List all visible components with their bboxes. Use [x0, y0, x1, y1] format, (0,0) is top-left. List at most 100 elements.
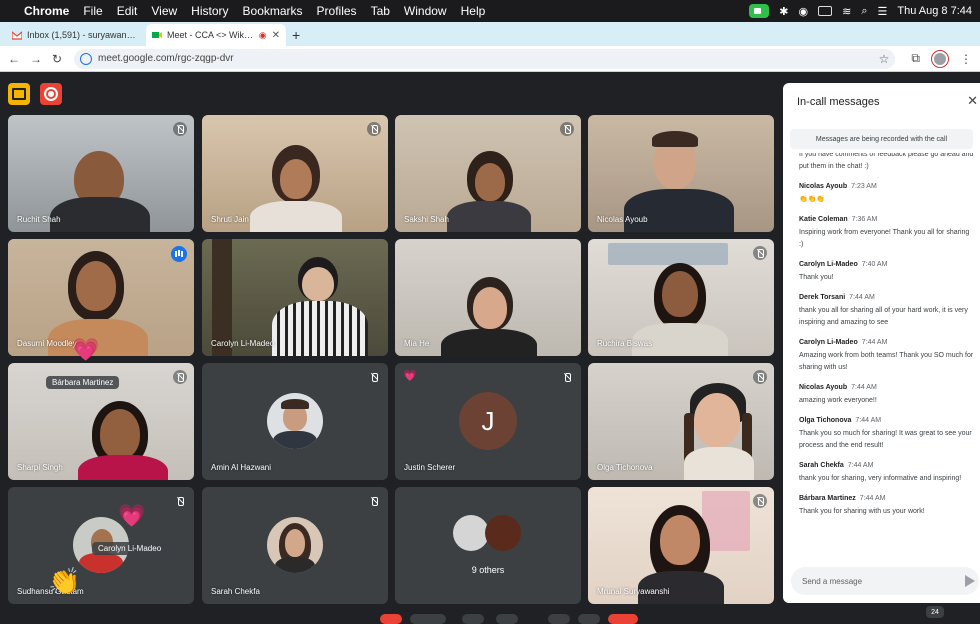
message-time: 7:23 AM: [851, 183, 877, 190]
message-sender: Sarah Chekfa: [799, 462, 844, 469]
avatar: [485, 515, 521, 551]
close-icon[interactable]: ✕: [967, 93, 978, 109]
message-time: 7:44 AM: [861, 339, 888, 346]
reaction-sender-label: Bárbara Martinez: [46, 376, 120, 389]
tab-title: Meet - CCA <> Wikimedia: [167, 30, 254, 40]
avatar: [453, 515, 489, 551]
menu-tab[interactable]: Tab: [371, 4, 390, 18]
more-options-button[interactable]: [578, 614, 600, 624]
reload-icon[interactable]: ↻: [52, 52, 62, 66]
list-item: Nicolas Ayoub 7:44 AM amazing work everyo…: [799, 384, 974, 407]
message-sender: Derek Torsani: [799, 294, 846, 301]
mic-off-icon: [173, 494, 187, 508]
mic-off-icon: [753, 494, 767, 508]
menu-edit[interactable]: Edit: [117, 4, 138, 18]
vpn-icon[interactable]: ◉: [799, 5, 809, 18]
camera-in-use-icon[interactable]: [749, 4, 770, 18]
message-time: 7:44 AM: [855, 417, 882, 424]
others-tile[interactable]: 9 others: [395, 487, 581, 604]
participant-tile[interactable]: Amin Al Hazwani: [202, 363, 388, 480]
message-text: thank you all for sharing all of your ha…: [799, 307, 968, 326]
close-icon[interactable]: ✕: [272, 30, 280, 41]
menu-profiles[interactable]: Profiles: [317, 4, 357, 18]
participant-tile[interactable]: J 💗 Justin Scherer: [395, 363, 581, 480]
url-text[interactable]: meet.google.com/rgc-zqgp-dvr: [98, 53, 234, 64]
reactions-button[interactable]: [496, 614, 518, 624]
message-input[interactable]: Send a message: [791, 567, 979, 595]
heart-reaction-icon: 💗: [118, 503, 146, 528]
message-text: Inspiring work from everyone! Thank you …: [799, 229, 970, 248]
mic-off-icon: [367, 494, 381, 508]
extensions-icon[interactable]: ⧉: [911, 51, 920, 66]
mic-off-icon: [173, 370, 187, 384]
message-sender: Nicolas Ayoub: [799, 384, 848, 391]
participant-tile[interactable]: Olga Tichonova: [588, 363, 774, 480]
clock[interactable]: Thu Aug 8 7:44: [897, 5, 972, 17]
bookmark-star-icon[interactable]: ☆: [879, 52, 890, 66]
leave-call-button[interactable]: [608, 614, 638, 624]
recording-button[interactable]: [40, 83, 62, 105]
participant-tile[interactable]: Ruchit Shah: [8, 115, 194, 232]
search-icon[interactable]: ⌕: [861, 5, 867, 18]
tab-gmail[interactable]: Inbox (1,591) - suryawanshi.m: [6, 24, 146, 46]
send-icon[interactable]: [965, 575, 975, 587]
new-tab-button[interactable]: +: [292, 24, 300, 46]
participant-tile[interactable]: Mia He: [395, 239, 581, 356]
participant-name: Carolyn Li-Madeo: [211, 339, 275, 348]
list-item: Katie Coleman 7:36 AM Inspiring work from…: [799, 216, 974, 251]
captions-off-icon[interactable]: [8, 83, 30, 105]
menu-file[interactable]: File: [83, 4, 102, 18]
participant-tile[interactable]: Sakshi Shah: [395, 115, 581, 232]
avatar[interactable]: [932, 50, 948, 67]
message-input-placeholder: Send a message: [802, 576, 863, 586]
participant-tile[interactable]: Sarah Chekfa: [202, 487, 388, 604]
participant-tile[interactable]: Carolyn Li-Madeo: [202, 239, 388, 356]
clap-reaction-icon: 👏: [48, 566, 81, 596]
site-info-icon[interactable]: [80, 52, 92, 65]
menu-kebab-icon[interactable]: ⋮: [960, 52, 972, 66]
gmail-icon: [12, 31, 22, 40]
forward-icon[interactable]: →: [30, 52, 42, 66]
address-bar[interactable]: meet.google.com/rgc-zqgp-dvr ☆: [74, 48, 896, 69]
list-item: Carolyn Li-Madeo 7:44 AM Amazing work fro…: [799, 339, 974, 374]
tab-title: Inbox (1,591) - suryawanshi.m: [27, 30, 140, 40]
mic-button[interactable]: [380, 614, 402, 624]
participant-tile[interactable]: Nicolas Ayoub: [588, 115, 774, 232]
participant-name: Dasumi Moodley: [17, 339, 77, 348]
heart-reaction-icon: 💗: [72, 337, 100, 362]
message-sender: Bárbara Martinez: [799, 495, 856, 502]
list-item: If you have comments or feedback please …: [799, 153, 974, 173]
menu-window[interactable]: Window: [404, 4, 447, 18]
status-area: ✱ ◉ ≋ ⌕ ☰ Thu Aug 8 7:44: [749, 0, 972, 22]
speaking-indicator-icon: [171, 246, 187, 262]
message-text: Thank you so much for sharing! It was gr…: [799, 430, 972, 449]
message-sender: Katie Coleman: [799, 216, 848, 223]
battery-icon[interactable]: [818, 6, 833, 16]
participant-name: Sakshi Shah: [404, 215, 449, 224]
message-sender: Olga Tichonova: [799, 417, 852, 424]
wifi-icon[interactable]: ≋: [842, 5, 851, 18]
camera-button[interactable]: [410, 614, 446, 624]
bluetooth-icon[interactable]: ✱: [779, 5, 788, 18]
captions-button[interactable]: [462, 614, 484, 624]
message-time: 7:44 AM: [851, 384, 877, 391]
menu-view[interactable]: View: [151, 4, 177, 18]
message-list[interactable]: If you have comments or feedback please …: [799, 153, 974, 553]
message-time: 7:44 AM: [859, 495, 886, 502]
message-text: Amazing work from both teams! Thank you …: [799, 352, 974, 371]
app-menu[interactable]: Chrome: [24, 4, 69, 18]
message-sender: Nicolas Ayoub: [799, 183, 848, 190]
participant-tile-speaking[interactable]: Dasumi Moodley: [8, 239, 194, 356]
participant-tile[interactable]: Shruti Jain: [202, 115, 388, 232]
participant-count-badge[interactable]: 24: [926, 606, 944, 618]
tab-meet[interactable]: Meet - CCA <> Wikimedia ◉ ✕: [146, 24, 286, 46]
control-center-icon[interactable]: ☰: [878, 5, 888, 18]
menu-help[interactable]: Help: [461, 4, 486, 18]
participant-tile[interactable]: Ruchira Biswas: [588, 239, 774, 356]
participant-tile[interactable]: Mrunal Suryawanshi: [588, 487, 774, 604]
present-button[interactable]: [548, 614, 570, 624]
back-icon[interactable]: ←: [8, 52, 20, 66]
menu-bookmarks[interactable]: Bookmarks: [243, 4, 303, 18]
message-time: 7:36 AM: [851, 216, 878, 223]
menu-history[interactable]: History: [191, 4, 228, 18]
